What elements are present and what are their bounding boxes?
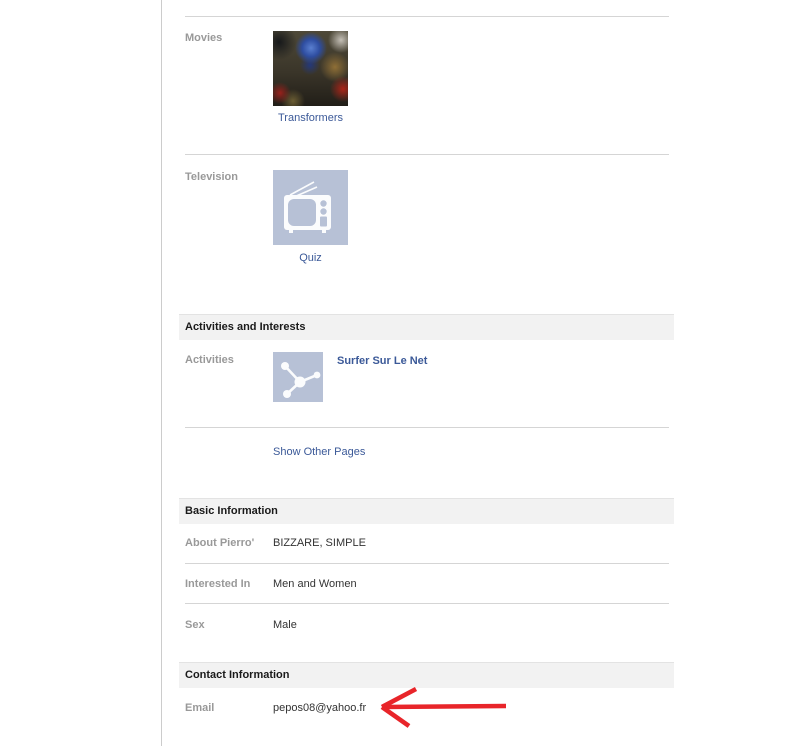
quiz-link[interactable]: Quiz	[299, 252, 322, 264]
show-other-pages-link[interactable]: Show Other Pages	[273, 446, 365, 458]
transformers-thumbnail[interactable]	[273, 31, 348, 106]
row-divider	[185, 603, 669, 604]
about-label: About Pierro'	[185, 537, 255, 549]
row-divider	[185, 154, 669, 155]
about-value: BIZZARE, SIMPLE	[273, 537, 366, 549]
row-divider	[185, 16, 669, 17]
column-divider	[161, 0, 162, 746]
activity-item	[273, 352, 323, 402]
row-divider	[185, 427, 669, 428]
section-header-activities-interests: Activities and Interests	[179, 314, 674, 340]
transformers-link[interactable]: Transformers	[278, 112, 343, 124]
molecule-icon[interactable]	[273, 352, 323, 402]
surfer-sur-le-net-link[interactable]: Surfer Sur Le Net	[337, 355, 427, 367]
interested-in-label: Interested In	[185, 578, 251, 590]
tv-icon[interactable]	[273, 170, 348, 245]
email-value: pepos08@yahoo.fr	[273, 702, 367, 714]
sex-label: Sex	[185, 619, 205, 631]
row-divider	[185, 563, 669, 564]
movies-label: Movies	[185, 32, 223, 44]
interested-in-value: Men and Women	[273, 578, 357, 590]
television-label: Television	[185, 171, 238, 183]
sex-value: Male	[273, 619, 297, 631]
email-label: Email	[185, 702, 215, 714]
section-header-basic-information: Basic Information	[179, 498, 674, 524]
activities-label: Activities	[185, 354, 234, 366]
red-arrow-annotation	[380, 686, 507, 728]
movies-item: Transformers	[273, 31, 348, 124]
television-item: Quiz	[273, 170, 348, 264]
